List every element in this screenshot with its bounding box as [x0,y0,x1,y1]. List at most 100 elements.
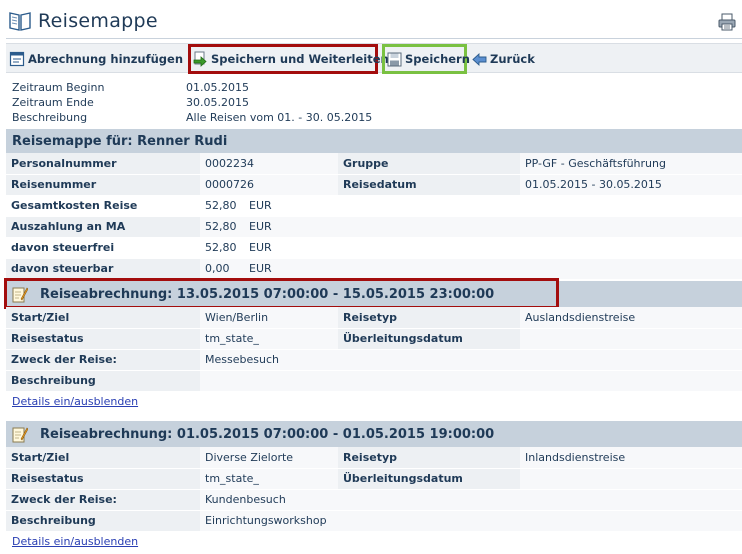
save-and-forward-button[interactable]: Speichern und Weiterleiten [188,44,389,74]
beschreibung-value [200,370,742,392]
table-row: Zweck der Reise: Messebesuch [6,349,742,371]
period-end-label: Zeitraum Ende [12,96,94,109]
reisedatum-label: Reisedatum [338,174,520,196]
amount-number: 0,00 [205,262,230,275]
table-row: Start/Ziel Diverse Zielorte Reisetyp Inl… [6,447,742,469]
personalnummer-label: Personalnummer [6,153,200,175]
reisedatum-value: 01.05.2015 - 30.05.2015 [520,174,742,196]
person-details-table: Personalnummer 0002234 Gruppe PP-GF - Ge… [6,153,742,280]
title-divider [6,38,742,39]
amount-currency: EUR [249,220,272,233]
table-row: Reisenummer 0000726 Reisedatum 01.05.201… [6,174,742,196]
ueberleitung-value [520,468,742,490]
period-description-row: Beschreibung Alle Reisen vom 01. - 30. 0… [12,110,372,125]
amount-currency: EUR [249,262,272,275]
trip-details-table: Start/Ziel Diverse Zielorte Reisetyp Inl… [6,447,742,532]
save-forward-icon [193,51,207,67]
gruppe-label: Gruppe [338,153,520,175]
reisestatus-label: Reisestatus [6,468,200,490]
beschreibung-label: Beschreibung [6,510,200,532]
zweck-label: Zweck der Reise: [6,489,200,511]
add-expense-button[interactable]: Abrechnung hinzufügen [9,44,183,74]
beschreibung-value: Einrichtungsworkshop [200,510,742,532]
save-and-forward-label: Speichern und Weiterleiten [211,52,389,66]
start-ziel-label: Start/Ziel [6,447,200,469]
ueberleitung-value [520,328,742,350]
reisestatus-value: tm_state_ [200,468,338,490]
amount-number: 52,80 [205,220,237,233]
table-row: Personalnummer 0002234 Gruppe PP-GF - Ge… [6,153,742,175]
person-section-heading: Reisemappe für: Renner Rudi [6,129,742,153]
amount-currency: EUR [249,241,272,254]
pencil-note-icon [12,427,28,442]
page-title: Reisemappe [38,10,158,32]
trip-details-table: Start/Ziel Wien/Berlin Reisetyp Auslands… [6,307,742,392]
back-label: Zurück [490,52,535,66]
table-row: Reisestatus tm_state_ Überleitungsdatum [6,328,742,350]
period-info: Zeitraum Beginn 01.05.2015 Zeitraum Ende… [12,80,372,125]
table-row: davon steuerfrei 52,80 EUR [6,237,742,259]
trip-heading[interactable]: Reiseabrechnung: 13.05.2015 07:00:00 - 1… [4,278,742,309]
zweck-value: Kundenbesuch [200,489,742,511]
zweck-label: Zweck der Reise: [6,349,200,371]
trip-heading[interactable]: Reiseabrechnung: 01.05.2015 07:00:00 - 0… [6,421,742,447]
reisenummer-label: Reisenummer [6,174,200,196]
ueberleitung-label: Überleitungsdatum [338,468,520,490]
amount-value: 52,80 EUR [200,216,742,238]
amount-value: 52,80 EUR [200,195,742,217]
amount-value: 52,80 EUR [200,237,742,259]
table-row: Beschreibung [6,370,742,392]
table-row: davon steuerbar 0,00 EUR [6,258,742,280]
period-start-value: 01.05.2015 [186,81,249,94]
save-label: Speichern [405,52,470,66]
reisetyp-value: Auslandsdienstreise [520,307,742,329]
zweck-value: Messebesuch [200,349,742,371]
reisenummer-value: 0000726 [200,174,338,196]
gruppe-value: PP-GF - Geschäftsführung [520,153,742,175]
amount-label: Auszahlung an MA [6,216,200,238]
toggle-details-link[interactable]: Details ein/ausblenden [12,535,138,548]
amount-currency: EUR [249,199,272,212]
trip-heading-text: Reiseabrechnung: 01.05.2015 07:00:00 - 0… [40,426,495,442]
amount-label: Gesamtkosten Reise [6,195,200,217]
trip-heading-highlight [4,278,559,309]
floppy-disk-icon [387,52,402,66]
period-start-label: Zeitraum Beginn [12,81,105,94]
table-row: Auszahlung an MA 52,80 EUR [6,216,742,238]
start-ziel-label: Start/Ziel [6,307,200,329]
reisetyp-label: Reisetyp [338,307,520,329]
amount-label: davon steuerfrei [6,237,200,259]
period-end-row: Zeitraum Ende 30.05.2015 [12,95,372,110]
toggle-details-link[interactable]: Details ein/ausblenden [12,395,138,408]
period-description-value: Alle Reisen vom 01. - 30. 05.2015 [186,111,373,124]
table-row: Beschreibung Einrichtungsworkshop [6,510,742,532]
reisetyp-label: Reisetyp [338,447,520,469]
table-row: Gesamtkosten Reise 52,80 EUR [6,195,742,217]
table-row: Zweck der Reise: Kundenbesuch [6,489,742,511]
amount-value: 0,00 EUR [200,258,742,280]
open-book-icon [9,12,31,31]
reisestatus-value: tm_state_ [200,328,338,350]
reisestatus-label: Reisestatus [6,328,200,350]
beschreibung-label: Beschreibung [6,370,200,392]
save-button[interactable]: Speichern [382,44,470,74]
period-end-value: 30.05.2015 [186,96,249,109]
period-description-label: Beschreibung [12,111,88,124]
back-button[interactable]: Zurück [472,44,535,74]
amount-label: davon steuerbar [6,258,200,280]
start-ziel-value: Diverse Zielorte [200,447,338,469]
add-expense-label: Abrechnung hinzufügen [28,52,184,66]
table-row: Start/Ziel Wien/Berlin Reisetyp Auslands… [6,307,742,329]
ueberleitung-label: Überleitungsdatum [338,328,520,350]
table-row: Reisestatus tm_state_ Überleitungsdatum [6,468,742,490]
start-ziel-value: Wien/Berlin [200,307,338,329]
amount-number: 52,80 [205,241,237,254]
toolbar: Abrechnung hinzufügen Speichern und Weit… [6,43,742,74]
printer-icon[interactable] [718,13,736,31]
personalnummer-value: 0002234 [200,153,338,175]
back-arrow-icon [472,52,487,66]
title-bar: Reisemappe [0,0,742,40]
period-start-row: Zeitraum Beginn 01.05.2015 [12,80,372,95]
form-add-icon [9,51,25,67]
reisetyp-value: Inlandsdienstreise [520,447,742,469]
